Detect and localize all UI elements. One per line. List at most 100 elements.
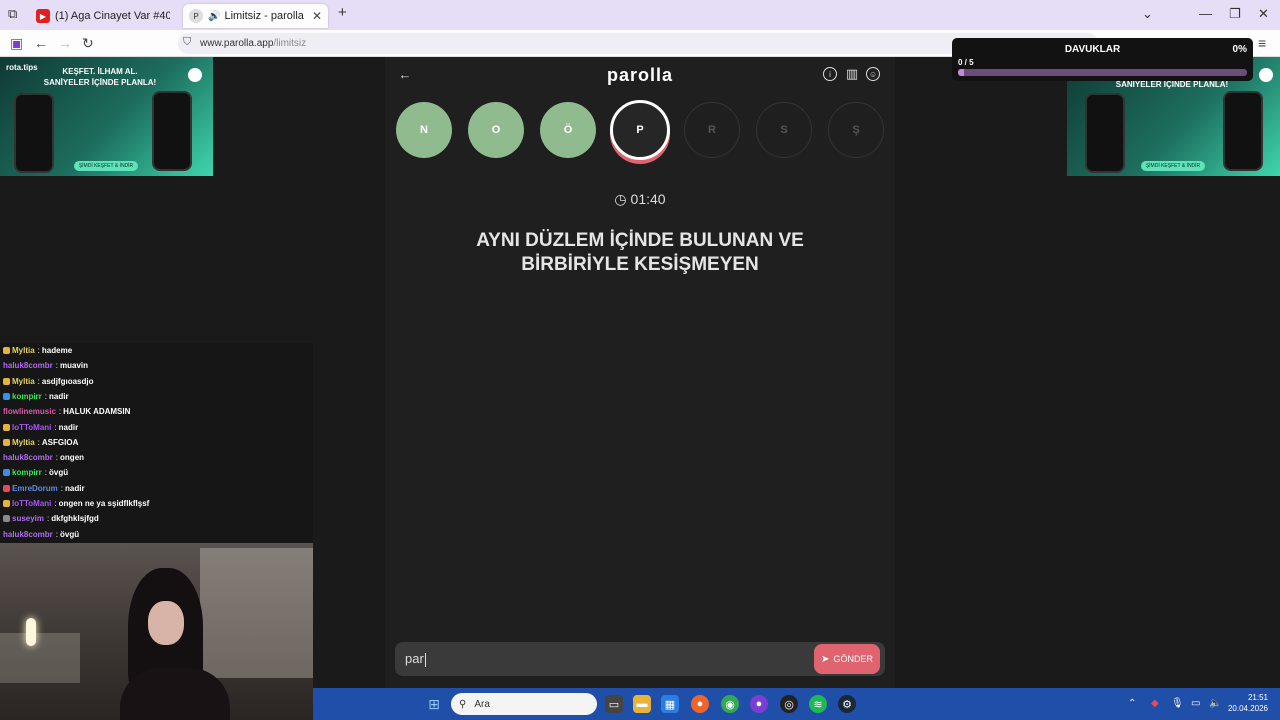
phone-mockup [1223,91,1263,171]
chat-badge-icon [3,392,10,400]
chat-text: ongen ne ya sşidflkflşsf [58,499,150,508]
ad-cta-button[interactable]: ŞİMDİ KEŞFET & İNDİR [1141,161,1205,171]
timer-value: 01:40 [630,191,666,207]
chat-message: Myltia: ASFGIOA [3,438,78,447]
chat-message: IoTToMani: ongen ne ya sşidflkflşsf [3,499,149,508]
chat-text: nadir [58,422,79,432]
minimize-icon[interactable]: — [1199,6,1212,21]
tab-title: Limitsiz - parolla - Kelime o [224,10,305,22]
chat-text: hademe [41,346,73,355]
file-explorer-icon[interactable]: ▬ [633,695,651,713]
chat-text: nadir [65,483,85,493]
letter-char: O [491,124,501,136]
back-icon[interactable]: ← [34,35,48,51]
chat-message: kompirr: nadir [3,392,69,401]
chat-username[interactable]: kompirr [12,392,42,401]
left-ad-banner[interactable]: rota.tips KEŞFET. İLHAM AL. SANİYELER İÇ… [0,57,213,176]
store-icon[interactable]: ▦ [661,695,679,713]
chat-message: IoTToMani: nadir [3,423,78,432]
spotify-icon[interactable]: ≋ [809,695,827,713]
chat-username[interactable]: haluk8combr [3,361,53,370]
chat-username[interactable]: Myltia [12,438,35,447]
chat-username[interactable]: suseyim [12,514,44,523]
steam-icon[interactable]: ⚙ [838,695,856,713]
ad-cta-button[interactable]: ŞİMDİ KEŞFET & İNDİR [74,161,138,171]
speaker-icon[interactable]: 🔊 [208,11,220,22]
send-button[interactable]: ➤ GÖNDER [814,644,880,674]
chat-text: övgü [49,468,69,478]
chat-separator: : [54,499,57,508]
phone-mockup [1085,93,1125,173]
webcam-feed [0,543,313,720]
ad-headline: KEŞFET. İLHAM AL. SANİYELER İÇİNDE PLANL… [43,67,157,87]
chat-badge-icon [3,438,10,446]
chat-separator: : [58,407,62,417]
goal-overlay: DAVUKLAR 0% 0 / 5 [952,38,1253,81]
chat-text: övgü [60,529,80,539]
reload-icon[interactable]: ↻ [82,35,94,52]
letter-bubble: Ö [540,102,596,158]
url-path: /limitsiz [273,38,307,49]
letter-bubble: R [684,102,740,158]
forward-icon[interactable]: → [58,35,72,51]
chat-username[interactable]: haluk8combr [3,453,53,462]
maximize-icon[interactable]: ❐ [1229,6,1241,22]
chat-username[interactable]: Myltia [12,377,35,386]
info-icon[interactable]: i [823,67,837,81]
stats-icon[interactable]: ▥ [844,66,860,82]
tray-app-icon[interactable]: ◆ [1151,698,1159,709]
shield-icon[interactable]: ⛉ [183,36,191,49]
microphone-icon[interactable]: 🎙 [1171,698,1184,709]
tab-actions-icon[interactable]: ⧉ [8,6,17,22]
chat-separator: : [37,437,40,447]
ring-light [26,618,36,646]
taskbar-search[interactable]: ⚲ Ara [451,693,597,715]
phone-mockup [152,91,192,171]
chat-badge-icon [3,500,10,507]
answer-input[interactable]: par ➤ GÖNDER [395,642,885,676]
chat-message: haluk8combr: övgü [3,530,79,539]
chat-username[interactable]: kompirr [12,468,42,477]
chat-username[interactable]: haluk8combr [3,530,53,539]
tab-list-chevron-icon[interactable]: ⌄ [1142,6,1153,22]
question-line: BİRBİRİYLE KESİŞMEYEN [521,254,759,275]
chat-separator: : [37,346,40,355]
chat-message: Myltia: hademe [3,346,72,355]
chat-username[interactable]: IoTToMani [12,423,51,432]
obs-icon[interactable]: ◎ [780,695,798,713]
parolla-favicon-icon: P [189,9,203,23]
tab-youtube[interactable]: ▶ (1) Aga Cinayet Var #40 - Behzat [30,4,176,28]
window-close-icon[interactable]: ✕ [1258,6,1269,22]
task-view-icon[interactable]: ▭ [605,695,623,713]
tab-parolla[interactable]: P 🔊 Limitsiz - parolla - Kelime o ✕ [183,4,328,28]
firefox-icon[interactable]: ● [691,695,709,713]
new-tab-icon[interactable]: + [338,4,347,21]
url-host: www.parolla.app [200,38,274,49]
letter-char: S [780,124,788,136]
send-icon: ➤ [821,653,830,665]
windows-start-icon[interactable]: ⊞ [425,695,443,713]
profile-icon[interactable]: ☺ [866,67,880,81]
question-line: AYNI DÜZLEM İÇİNDE BULUNAN VE [476,230,804,251]
monitor-icon[interactable]: ▭ [1191,698,1200,709]
browser-icon[interactable]: ● [750,695,768,713]
chat-username[interactable]: EmreDorum [12,484,58,493]
menu-icon[interactable]: ≡ [1258,35,1266,51]
overlay-count: 0 / 5 [958,58,974,67]
chat-username[interactable]: IoTToMani [12,499,51,508]
close-tab-icon[interactable]: ✕ [312,9,322,23]
overlay-title: DAVUKLAR [1064,44,1121,55]
phone-mockup [14,93,54,173]
ad-dot-icon [188,68,202,82]
chat-separator: : [60,483,64,493]
tray-chevron-icon[interactable]: ⌃ [1128,698,1136,709]
question-text: AYNI DÜZLEM İÇİNDE BULUNAN VE BİRBİRİYLE… [425,229,855,277]
volume-icon[interactable]: 🔈 [1209,698,1221,709]
taskbar-clock[interactable]: 21:51 20.04.2026 [1228,692,1268,714]
send-label: GÖNDER [833,654,873,664]
chat-username[interactable]: Myltia [12,346,35,355]
sidebar-icon[interactable]: ▣ [10,35,23,52]
chrome-icon[interactable]: ◉ [721,695,739,713]
taskbar: ⊞ ⚲ Ara ▭ ▬ ▦ ● ◉ ● ◎ ≋ ⚙ ⌃ ◆ 🎙 ▭ 🔈 21:5… [313,688,1280,720]
chat-username[interactable]: flowlinemusic [3,407,56,416]
